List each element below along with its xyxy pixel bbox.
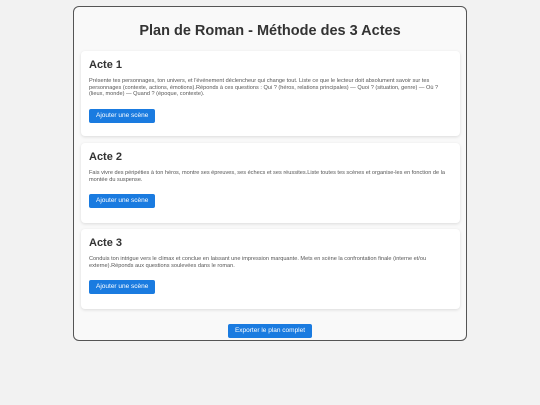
export-plan-button[interactable]: Exporter le plan complet <box>227 324 313 338</box>
act-description: Conduis ton intrigue vers le climax et c… <box>89 256 427 269</box>
novel-plan-panel: Plan de Roman - Méthode des 3 Actes Acte… <box>73 6 467 341</box>
act-card-1: Acte 1 Présente tes personnages, ton uni… <box>81 51 460 136</box>
act-card-3: Acte 3 Conduis ton intrigue vers le clim… <box>81 229 460 309</box>
export-area: Exporter le plan complet <box>74 319 466 338</box>
act-description: Fais vivre des péripéties à ton héros, m… <box>89 170 446 183</box>
add-scene-button[interactable]: Ajouter une scène <box>89 280 156 295</box>
act-title: Acte 1 <box>89 59 123 71</box>
act-title: Acte 2 <box>89 151 123 163</box>
add-scene-button[interactable]: Ajouter une scène <box>89 108 156 123</box>
add-scene-button[interactable]: Ajouter une scène <box>89 194 156 209</box>
act-title: Acte 3 <box>89 237 123 249</box>
act-card-2: Acte 2 Fais vivre des péripéties à ton h… <box>81 143 460 223</box>
page-title: Plan de Roman - Méthode des 3 Actes <box>139 23 401 39</box>
act-description: Présente tes personnages, ton univers, e… <box>89 78 439 98</box>
